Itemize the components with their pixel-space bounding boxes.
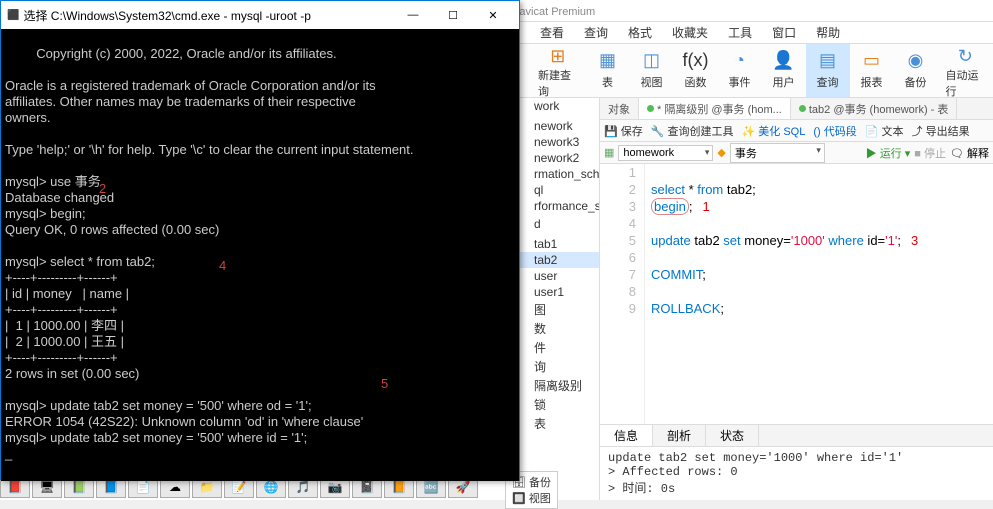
ribbon-视图[interactable]: ◫视图 [630, 44, 674, 97]
maximize-button[interactable]: ☐ [433, 1, 473, 29]
annotation-5: 5 [381, 376, 388, 391]
menu-item[interactable]: 查询 [574, 22, 618, 43]
ribbon-事件[interactable]: ◔事件 [718, 44, 762, 97]
db-dropdown[interactable]: homework [618, 145, 713, 161]
toolbar-代码段[interactable]: () 代码段 [813, 123, 856, 139]
annotation-4: 4 [219, 258, 226, 273]
cmd-titlebar[interactable]: ⬛ 选择 C:\Windows\System32\cmd.exe - mysql… [1, 1, 519, 29]
ribbon-新建查询[interactable]: ⊞新建查询 [530, 44, 586, 97]
toolbar-查询创建工具[interactable]: 🔧 查询创建工具 [651, 123, 734, 139]
ribbon-表[interactable]: ▦表 [586, 44, 630, 97]
annotation-2: 2 [99, 181, 106, 196]
schema-dropdown[interactable]: 事务 [730, 143, 825, 163]
close-button[interactable]: ✕ [473, 1, 513, 29]
ribbon-报表[interactable]: ▭报表 [850, 44, 894, 97]
cmd-window: ⬛ 选择 C:\Windows\System32\cmd.exe - mysql… [0, 0, 520, 480]
menu-item[interactable]: 格式 [618, 22, 662, 43]
ribbon-用户[interactable]: 👤用户 [762, 44, 806, 97]
editor-area: 对象* 隔离级别 @事务 (hom...tab2 @事务 (homework) … [600, 98, 993, 500]
cmd-terminal[interactable]: Copyright (c) 2000, 2022, Oracle and/or … [1, 29, 519, 481]
explain-button[interactable]: 🗨 解释 [950, 145, 989, 161]
toolbar-导出结果[interactable]: ⤴ 导出结果 [912, 123, 970, 139]
menu-item[interactable]: 查看 [530, 22, 574, 43]
menu-item[interactable]: 帮助 [806, 22, 850, 43]
cmd-title-text: 选择 C:\Windows\System32\cmd.exe - mysql -… [23, 7, 393, 24]
editor-tab[interactable]: tab2 @事务 (homework) - 表 [791, 98, 958, 119]
menu-item[interactable]: 窗口 [762, 22, 806, 43]
editor-tabs: 对象* 隔离级别 @事务 (hom...tab2 @事务 (homework) … [600, 98, 993, 120]
stop-button: ■ 停止 [914, 145, 946, 161]
result-output: update tab2 set money='1000' where id='1… [600, 446, 993, 500]
minimize-button[interactable]: — [393, 1, 433, 29]
toolbar-文本[interactable]: 📄 文本 [865, 123, 904, 139]
ribbon-查询[interactable]: ▤查询 [806, 44, 850, 97]
menu-item[interactable]: 工具 [718, 22, 762, 43]
editor-tab[interactable]: 对象 [600, 98, 639, 119]
result-tab[interactable]: 状态 [706, 425, 759, 446]
sql-editor[interactable]: 123456789 select * from tab2;begin;1 upd… [600, 164, 993, 424]
editor-tab[interactable]: * 隔离级别 @事务 (hom... [639, 98, 791, 119]
toolbar-保存[interactable]: 💾 保存 [604, 123, 643, 139]
editor-toolbar: 💾 保存 🔧 查询创建工具 ✨ 美化 SQL () 代码段 📄 文本 ⤴ 导出结果 [600, 120, 993, 142]
cmd-text: Copyright (c) 2000, 2022, Oracle and/or … [5, 46, 413, 461]
result-tab[interactable]: 信息 [600, 425, 653, 446]
ribbon-函数[interactable]: f(x)函数 [674, 44, 718, 97]
ribbon-自动运行[interactable]: ↻自动运行 [938, 44, 993, 97]
menu-item[interactable]: 收藏夹 [662, 22, 718, 43]
toolbar-美化 SQL[interactable]: ✨ 美化 SQL [742, 123, 806, 139]
result-tabs: 信息剖析状态 [600, 424, 993, 446]
db-selector-bar: ▦ homework ◆ 事务 ▶ 运行 ▾ ■ 停止 🗨 解释 [600, 142, 993, 164]
result-tab[interactable]: 剖析 [653, 425, 706, 446]
run-button[interactable]: ▶ 运行 ▾ [866, 145, 911, 161]
ribbon-备份[interactable]: ◉备份 [894, 44, 938, 97]
